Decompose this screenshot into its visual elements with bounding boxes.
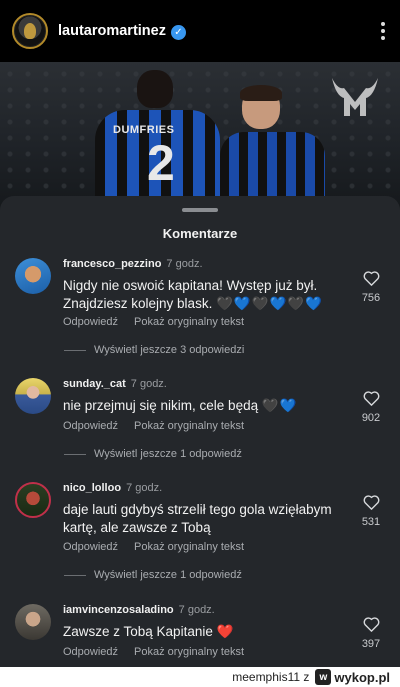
view-more-replies-button[interactable]: Wyświetl jeszcze 3 odpowiedzi: [94, 344, 244, 356]
comment-avatar[interactable]: [15, 378, 51, 414]
player-dumfries: DUMFRIES 2: [75, 70, 235, 212]
post-author-username[interactable]: lautaromartinez ✓: [58, 23, 186, 40]
lm-bull-logo-icon: [332, 78, 378, 116]
comment-text: nie przejmuj się nikim, cele będą 🖤💙: [63, 398, 298, 413]
comment-time: 7 godz.: [126, 482, 163, 494]
view-more-replies-button[interactable]: Wyświetl jeszcze 1 odpowiedź: [94, 448, 242, 460]
comment-text: Nigdy nie oswoić kapitana! Występ już by…: [63, 278, 323, 311]
comment-time: 7 godz.: [178, 604, 215, 616]
wykop-logo[interactable]: w wykop.pl: [315, 669, 390, 685]
like-button[interactable]: 756: [356, 270, 386, 304]
watermark-bar: meemphis11 z w wykop.pl: [0, 667, 400, 687]
post-header: lautaromartinez ✓: [0, 0, 400, 62]
comment-avatar[interactable]: [15, 258, 51, 294]
post-username-text[interactable]: lautaromartinez: [58, 23, 166, 39]
post-author-avatar[interactable]: [12, 13, 48, 49]
like-button[interactable]: 531: [356, 494, 386, 528]
player-lautaro: [220, 85, 330, 212]
comment-username[interactable]: francesco_pezzino 7 godz.: [63, 258, 203, 270]
more-options-icon[interactable]: [380, 22, 386, 40]
sheet-title: Komentarze: [162, 226, 238, 241]
verified-badge-icon: ✓: [170, 24, 186, 40]
comment-username[interactable]: iamvincenzosaladino 7 godz.: [63, 604, 215, 616]
reply-button[interactable]: Odpowiedź: [63, 541, 118, 553]
comment-avatar[interactable]: [15, 482, 51, 518]
like-count: 397: [361, 638, 381, 650]
comment-time: 7 godz.: [166, 258, 203, 270]
jersey-number: 2: [147, 135, 175, 191]
comment-actions: Odpowiedź Pokaż oryginalny tekst: [63, 420, 244, 432]
comments-sheet: Komentarze francesco_pezzino 7 godz. Nigd…: [0, 196, 400, 667]
watermark-user: meemphis11 z: [232, 670, 310, 684]
heart-outline-icon: [363, 495, 379, 510]
show-original-button[interactable]: Pokaż oryginalny tekst: [134, 316, 244, 328]
sheet-drag-handle[interactable]: [182, 208, 218, 212]
comment-actions: Odpowiedź Pokaż oryginalny tekst: [63, 541, 244, 553]
view-more-replies-button[interactable]: Wyświetl jeszcze 1 odpowiedź: [94, 569, 242, 581]
comment-time: 7 godz.: [130, 378, 167, 390]
like-count: 756: [361, 292, 381, 304]
post-photo[interactable]: DUMFRIES 2: [0, 62, 400, 212]
reply-button[interactable]: Odpowiedź: [63, 316, 118, 328]
show-original-button[interactable]: Pokaż oryginalny tekst: [134, 420, 244, 432]
comment-username[interactable]: sunday._cat 7 godz.: [63, 378, 167, 390]
like-count: 902: [361, 412, 381, 424]
show-original-button[interactable]: Pokaż oryginalny tekst: [134, 541, 244, 553]
comment-actions: Odpowiedź Pokaż oryginalny tekst: [63, 316, 244, 328]
comment-username[interactable]: nico_lolloo 7 godz.: [63, 482, 162, 494]
reply-button[interactable]: Odpowiedź: [63, 420, 118, 432]
heart-outline-icon: [363, 391, 379, 406]
show-original-button[interactable]: Pokaż oryginalny tekst: [134, 646, 244, 658]
like-count: 531: [361, 516, 381, 528]
like-button[interactable]: 397: [356, 616, 386, 650]
comment-text: Zawsze z Tobą Kapitanie ❤️: [63, 624, 234, 639]
wykop-logo-icon: w: [315, 669, 332, 685]
heart-outline-icon: [363, 617, 379, 632]
heart-outline-icon: [363, 271, 379, 286]
comment-text: daje lauti gdybyś strzelił tego gola wzi…: [63, 502, 332, 535]
like-button[interactable]: 902: [356, 390, 386, 424]
comment-avatar[interactable]: [15, 604, 51, 640]
reply-button[interactable]: Odpowiedź: [63, 646, 118, 658]
comment-actions: Odpowiedź Pokaż oryginalny tekst: [63, 646, 244, 658]
